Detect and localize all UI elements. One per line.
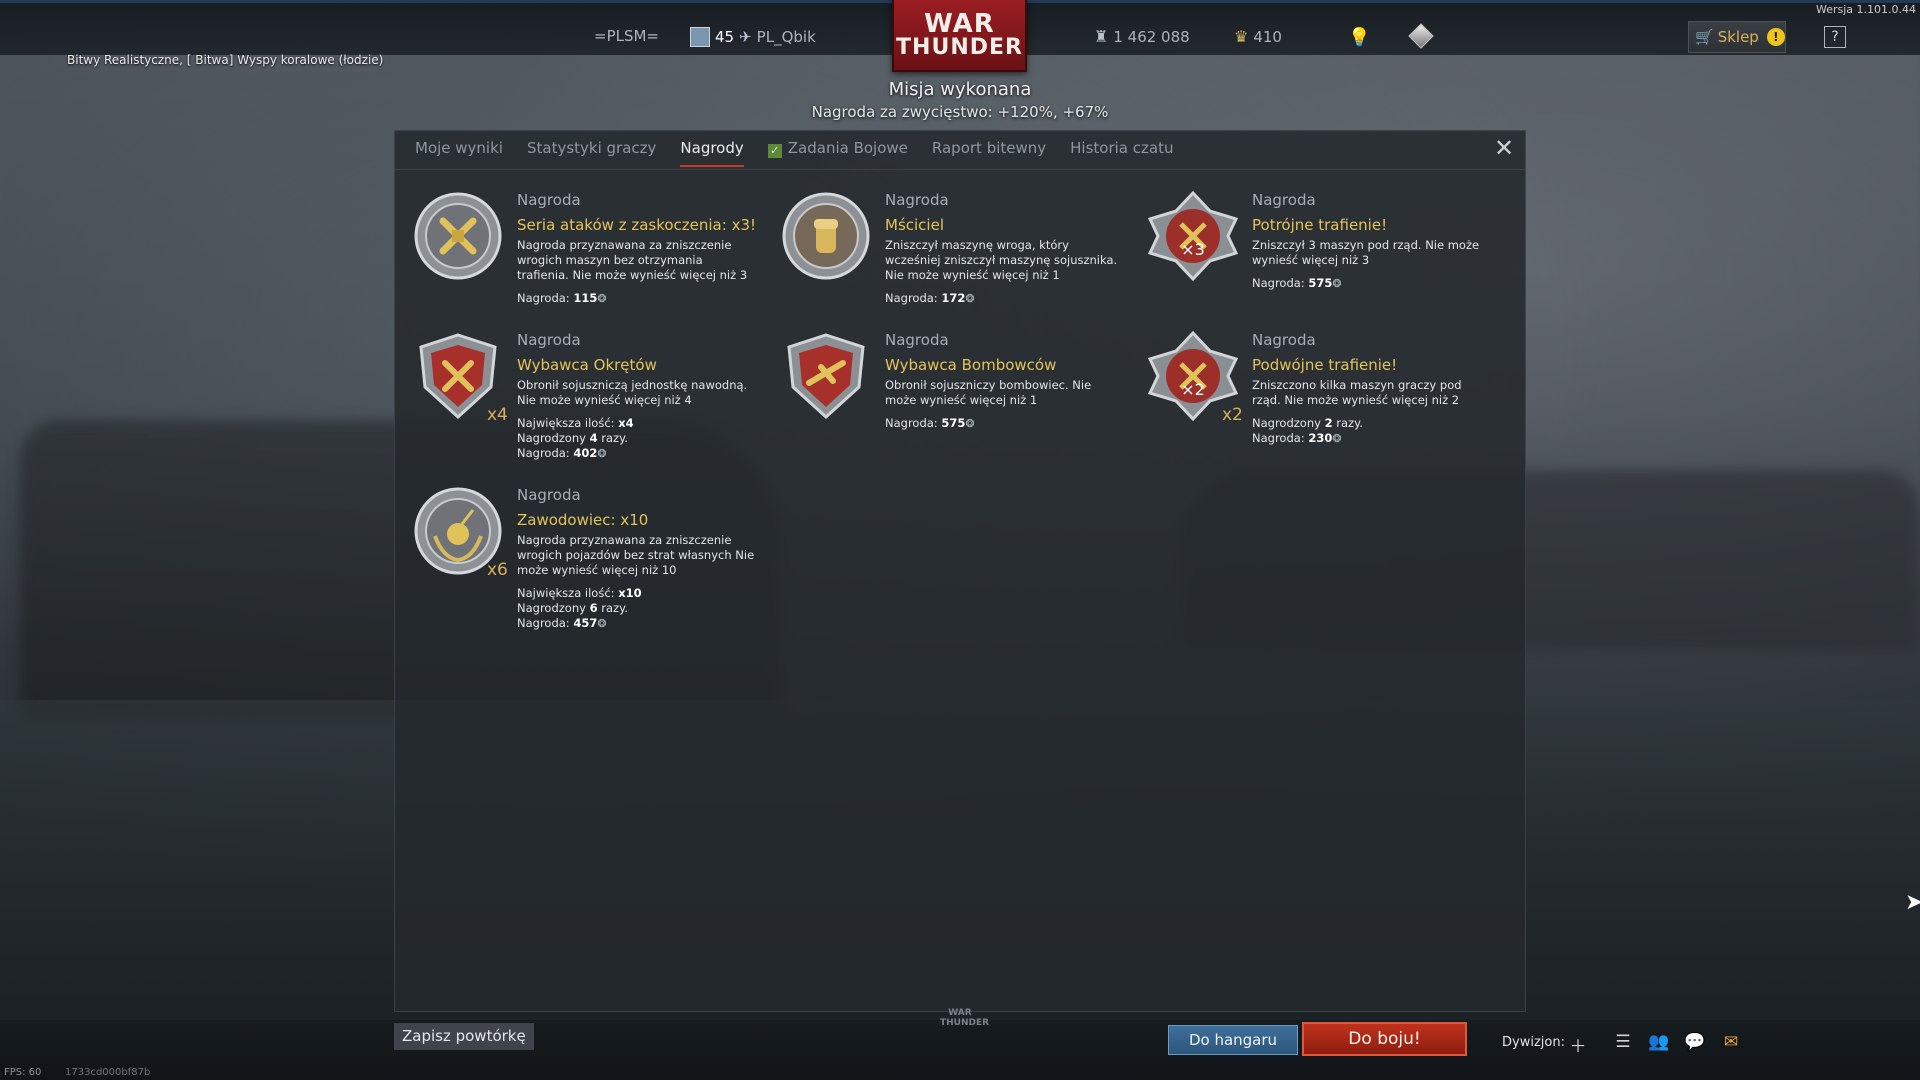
cart-icon: 🛒 (1695, 28, 1714, 46)
squadron-label: Dywizjon: (1502, 1035, 1565, 1050)
award-card[interactable]: ×2 x2 Nagroda Podwójne trafienie! Zniszc… (1148, 331, 1498, 451)
golden-eagle-icon: ♛ (1234, 27, 1249, 46)
svg-text:×3: ×3 (1181, 240, 1205, 259)
award-card[interactable]: Nagroda Wybawca Bombowców Obronił sojusz… (781, 331, 1131, 451)
small-logo: WAR THUNDER (940, 1008, 990, 1028)
mission-title: Misja wykonana (888, 79, 1032, 100)
award-description: Zniszczył maszynę wroga, który wcześniej… (885, 238, 1118, 282)
mission-reward: Nagroda za zwycięstwo: +120%, +67% (811, 103, 1109, 121)
award-name: Potrójne trafienie! (1252, 216, 1388, 234)
award-name: Podwójne trafienie! (1252, 356, 1398, 374)
war-thunder-logo[interactable]: WAR THUNDER (892, 0, 1027, 72)
tab-battle-tasks-label: Zadania Bojowe (787, 139, 908, 157)
fps-counter: FPS: 60 (4, 1067, 42, 1078)
award-description: Nagroda przyznawana za zniszczenie wrogi… (517, 533, 755, 577)
tab-chat-history[interactable]: Historia czatu (1058, 131, 1185, 169)
award-description: Nagroda przyznawana za zniszczenie wrogi… (517, 238, 748, 282)
tab-battle-report[interactable]: Raport bitewny (920, 131, 1058, 169)
tab-battle-tasks[interactable]: ✓ Zadania Bojowe (756, 131, 920, 169)
avatar (690, 27, 710, 47)
multiplier-badge: x4 (487, 405, 508, 425)
award-name: Seria ataków z zaskoczenia: x3! (517, 216, 756, 234)
award-kind: Nagroda (517, 486, 581, 504)
award-kind: Nagroda (1252, 331, 1316, 349)
mail-icon[interactable]: ✉ (1720, 1032, 1742, 1052)
multiplier-badge: x2 (1222, 405, 1243, 425)
surprise-attack-medal-icon (413, 191, 503, 281)
help-button[interactable]: ? (1824, 26, 1846, 48)
player-profile[interactable]: 45 ✈ PL_Qbik (690, 27, 816, 47)
debriefing-panel: Moje wyniki Statystyki graczy Nagrody ✓ Z… (394, 130, 1526, 1012)
award-name: Wybawca Okrętów (517, 356, 657, 374)
award-card[interactable]: Nagroda Mściciel Zniszczył maszynę wroga… (781, 191, 1131, 311)
divider (395, 169, 1525, 170)
checkbox-icon: ✓ (767, 144, 782, 158)
bomber-savior-shield-icon (781, 331, 871, 421)
premium-diamond-icon[interactable] (1408, 23, 1434, 49)
award-reward: Nagroda: 575❂ (885, 416, 975, 430)
award-kind: Nagroda (885, 191, 949, 209)
award-kind: Nagroda (1252, 191, 1316, 209)
version-label: Wersja 1.101.0.44 (1815, 3, 1916, 16)
shop-label: Sklep (1717, 28, 1759, 46)
tab-awards[interactable]: Nagrody (668, 131, 755, 169)
award-description: Zniszczył 3 maszyn pod rząd. Nie może wy… (1252, 238, 1480, 267)
award-stats: Największa ilość: x4 Nagrodzony 4 razy. … (517, 416, 634, 460)
tab-player-stats[interactable]: Statystyki graczy (515, 131, 668, 169)
to-battle-button[interactable]: Do boju! (1302, 1022, 1467, 1056)
silver-lions-icon: ♜ (1094, 27, 1109, 46)
logo-line-1: WAR (924, 9, 995, 39)
silver-lions-value: 1 462 088 (1113, 27, 1190, 46)
multiplier-badge: x6 (487, 560, 508, 580)
logo-line-2: THUNDER (896, 35, 1023, 60)
tips-bulb-icon[interactable]: 💡 (1348, 27, 1370, 48)
award-card[interactable]: Nagroda Seria ataków z zaskoczenia: x3! … (413, 191, 763, 311)
award-name: Mściciel (885, 216, 944, 234)
award-description: Obronił sojuszniczy bombowiec. Nie może … (885, 378, 1092, 407)
svg-text:×2: ×2 (1181, 380, 1205, 399)
award-stats: Największa ilość: x10 Nagrodzony 6 razy.… (517, 586, 642, 630)
list-icon[interactable]: ☰ (1612, 1032, 1634, 1052)
chat-icon[interactable]: 💬 (1684, 1032, 1706, 1052)
award-kind: Nagroda (885, 331, 949, 349)
award-card[interactable]: x6 Nagroda Zawodowiec: x10 Nagroda przyz… (413, 486, 763, 630)
player-level: 45 (715, 28, 735, 46)
battle-info: Bitwy Realistyczne, [ Bitwa] Wyspy koral… (67, 53, 384, 67)
to-hangar-button[interactable]: Do hangaru (1168, 1025, 1298, 1055)
golden-eagles-value: 410 (1253, 27, 1282, 46)
player-name: PL_Qbik (756, 28, 816, 46)
award-card[interactable]: ×3 Nagroda Potrójne trafienie! Zniszczył… (1148, 191, 1498, 311)
add-icon[interactable]: ＋ (1567, 1032, 1589, 1057)
save-replay-button[interactable]: Zapisz powtórkę (394, 1023, 534, 1050)
aircraft-icon: ✈ (739, 28, 752, 46)
award-name: Zawodowiec: x10 (517, 511, 649, 529)
award-reward: Nagroda: 172❂ (885, 291, 975, 305)
contacts-icon[interactable]: 👥 (1648, 1032, 1670, 1052)
triple-strike-badge-icon: ×3 (1148, 191, 1238, 281)
award-card[interactable]: x4 Nagroda Wybawca Okrętów Obronił sojus… (413, 331, 763, 460)
award-name: Wybawca Bombowców (885, 356, 1057, 374)
squad-tag[interactable]: =PLSM= (594, 27, 659, 45)
award-reward: Nagroda: 575❂ (1252, 276, 1342, 290)
tab-bar: Moje wyniki Statystyki graczy Nagrody ✓ Z… (395, 131, 1525, 169)
close-icon[interactable]: ✕ (1491, 136, 1517, 162)
tab-my-results[interactable]: Moje wyniki (403, 131, 515, 169)
warning-icon: ! (1766, 28, 1785, 46)
golden-eagles[interactable]: ♛ 410 (1234, 27, 1282, 46)
award-description: Zniszczono kilka maszyn graczy pod rząd.… (1252, 378, 1462, 407)
shop-button[interactable]: 🛒 Sklep ! (1688, 21, 1786, 53)
silver-lions[interactable]: ♜ 1 462 088 (1094, 27, 1190, 46)
mouse-cursor-icon: ➤ (1905, 890, 1920, 915)
award-kind: Nagroda (517, 191, 581, 209)
avenger-medal-icon (781, 191, 871, 281)
award-stats: Nagrodzony 2 razy. Nagroda: 230❂ (1252, 416, 1363, 445)
award-description: Obronił sojuszniczą jednostkę nawodną. N… (517, 378, 748, 407)
award-kind: Nagroda (517, 331, 581, 349)
build-hash: 1733cd000bf87b (65, 1067, 151, 1078)
award-reward: Nagroda: 115❂ (517, 291, 607, 305)
